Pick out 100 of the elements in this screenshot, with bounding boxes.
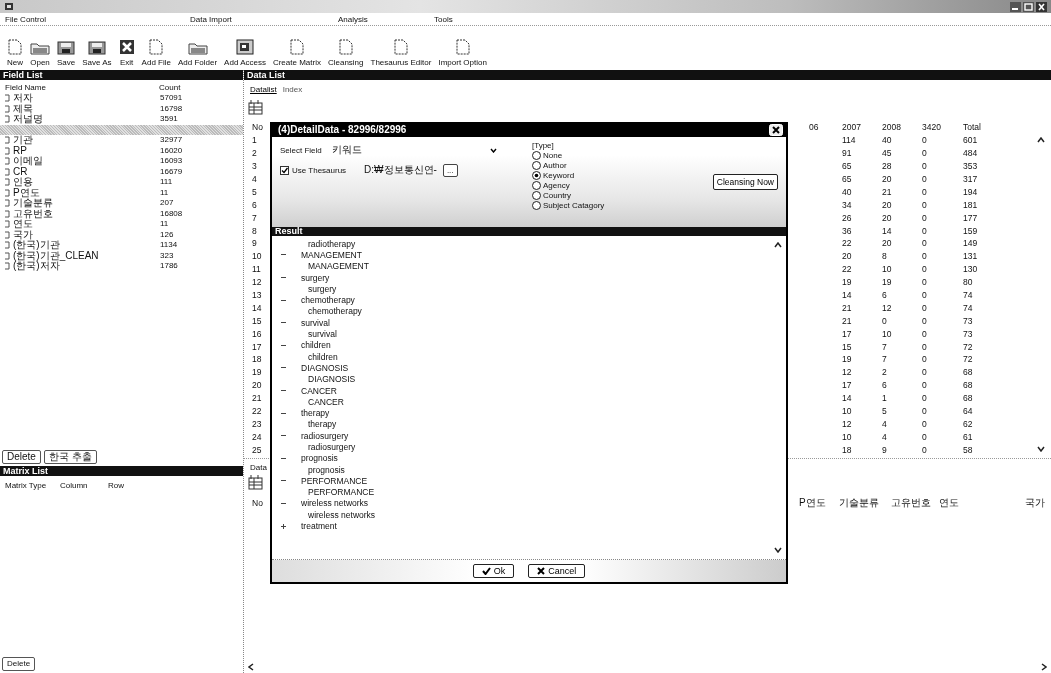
radio-option[interactable]: Country [532,190,682,200]
toolbar-button[interactable]: Add Access [223,39,267,67]
scroll-right-icon[interactable] [1041,663,1047,671]
delete-button[interactable]: Delete [2,657,36,671]
tree-item[interactable]: survival [301,317,330,328]
field-row[interactable]: (한국)기관 1134 [0,240,243,251]
toolbar-button[interactable]: Save As [81,41,113,67]
toolbar-button[interactable]: New [6,39,24,67]
field-row[interactable]: 이메일 16093 [0,156,243,167]
tree-item[interactable]: therapy [308,419,337,430]
tree-item[interactable]: chemotherapy [308,306,362,317]
tree-item[interactable]: CANCER [301,385,337,396]
table-cell-text: 0 [922,277,928,288]
tree-item[interactable]: wireless networks [308,509,376,520]
tree-item[interactable]: treatment [301,521,337,532]
scroll-down-icon[interactable] [774,547,782,553]
field-row[interactable] [0,124,243,135]
field-row[interactable]: P연도 11 [0,187,243,198]
tree-item[interactable]: surgery [301,272,330,283]
tree-item[interactable]: DIAGNOSIS [308,374,356,385]
scroll-up-icon[interactable] [1037,137,1045,143]
tree-item[interactable]: prognosis [301,453,338,464]
toolbar-button[interactable]: Cleansing [326,39,365,67]
panel-button[interactable]: 한국 추출 [43,450,97,464]
field-row[interactable]: 저자 57091 [0,93,243,104]
toolbar-button[interactable]: Open [29,41,51,67]
scroll-left-icon[interactable] [248,663,254,671]
field-row[interactable]: 기관 32977 [0,135,243,146]
field-row[interactable]: 저널명 3591 [0,114,243,125]
table-cell-text: 0 [922,186,928,197]
field-row[interactable]: (한국)기관_CLEAN 323 [0,250,243,261]
close-icon[interactable] [769,123,783,136]
panel-button[interactable]: Delete [2,450,41,464]
toolbar-button[interactable]: Save [56,41,77,67]
checkbox-option[interactable]: Use Thesaurus [280,165,347,175]
radio-option[interactable]: None [532,150,682,160]
menu-item[interactable]: Analysis [338,14,368,24]
toolbar-button[interactable]: Create Matrix [271,39,322,67]
tree-item[interactable]: radiotherapy [308,238,356,249]
tree-item[interactable]: surgery [308,283,337,294]
field-name: 제목 [13,103,33,114]
column-header: Count [159,83,181,93]
tree-item[interactable]: PERFORMANCE [308,487,375,498]
close-icon[interactable] [1036,1,1047,12]
tree-item[interactable]: wireless networks [301,498,369,509]
cancel-button[interactable]: Cancel [528,564,586,578]
table-icon[interactable] [248,474,264,491]
select-field[interactable]: 키워드 [327,143,501,157]
tree-item[interactable]: chemotherapy [301,295,355,306]
radio-option[interactable]: Subject Catagory [532,200,682,210]
toolbar-button[interactable]: Add File [140,39,172,67]
table-cell-text: 64 [963,406,974,417]
field-row[interactable]: 연도 11 [0,219,243,230]
collapse-icon[interactable] [280,387,287,394]
field-row[interactable]: 국가 126 [0,229,243,240]
radio-option[interactable]: Author [532,160,682,170]
table-cell-text: 12 [882,302,893,313]
field-row[interactable]: 인용 111 [0,177,243,188]
tree-item[interactable]: survival [308,329,337,339]
tree-item[interactable]: children [308,351,338,362]
tab[interactable]: Datalist [250,85,277,97]
menu-item[interactable]: File Control [5,14,46,24]
table-cell-text: 20 [882,174,893,184]
field-row[interactable]: RP 16020 [0,145,243,156]
scroll-up-icon[interactable] [774,242,782,248]
table-cell-text: 74 [963,302,974,313]
ok-button[interactable]: Ok [472,564,515,578]
field-row[interactable]: 제목 16798 [0,103,243,114]
dialog-title: (4)DetailData - 82996/82996 [278,124,407,135]
tree-item[interactable]: children [301,340,331,351]
tree-item[interactable]: therapy [301,408,330,419]
radio-option[interactable]: Keyword [532,170,682,180]
tree-item[interactable]: CANCER [308,396,344,407]
table-cell-text: 7 [882,354,888,365]
tab[interactable]: Index [282,85,303,97]
tree-item[interactable]: MANAGEMENT [308,261,369,272]
table-icon[interactable] [248,99,264,115]
menu-item[interactable]: Data Import [190,14,232,24]
browse-button[interactable]: ... [442,163,458,177]
toolbar-button[interactable]: Import Option [437,39,488,67]
tree-item[interactable]: radiosurgery [308,442,356,452]
expand-icon[interactable] [280,522,287,530]
radio-option[interactable]: Agency [532,180,682,190]
toolbar-button[interactable]: Thesaurus Editor [369,39,433,67]
tree-item[interactable]: radiosurgery [301,430,349,441]
tree-item[interactable]: prognosis [308,464,345,475]
field-row[interactable]: 기술분류 207 [0,198,243,209]
toolbar-button[interactable]: Exit [117,39,136,67]
cleansing-button[interactable]: Cleansing Now [712,174,778,190]
scroll-down-icon[interactable] [1037,446,1045,453]
tree-item[interactable]: MANAGEMENT [301,249,362,260]
menu-item[interactable]: Tools [434,14,453,24]
field-row[interactable]: 고유번호 16808 [0,208,243,219]
minimize-icon[interactable] [1010,1,1021,12]
toolbar-button[interactable]: Add Folder [176,41,219,67]
maximize-icon[interactable] [1023,1,1034,12]
tree-item[interactable]: PERFORMANCE [301,475,368,486]
field-row[interactable]: (한국)저자 1786 [0,261,243,272]
field-row[interactable]: CR 16679 [0,166,243,177]
tree-item[interactable]: DIAGNOSIS [301,362,349,373]
